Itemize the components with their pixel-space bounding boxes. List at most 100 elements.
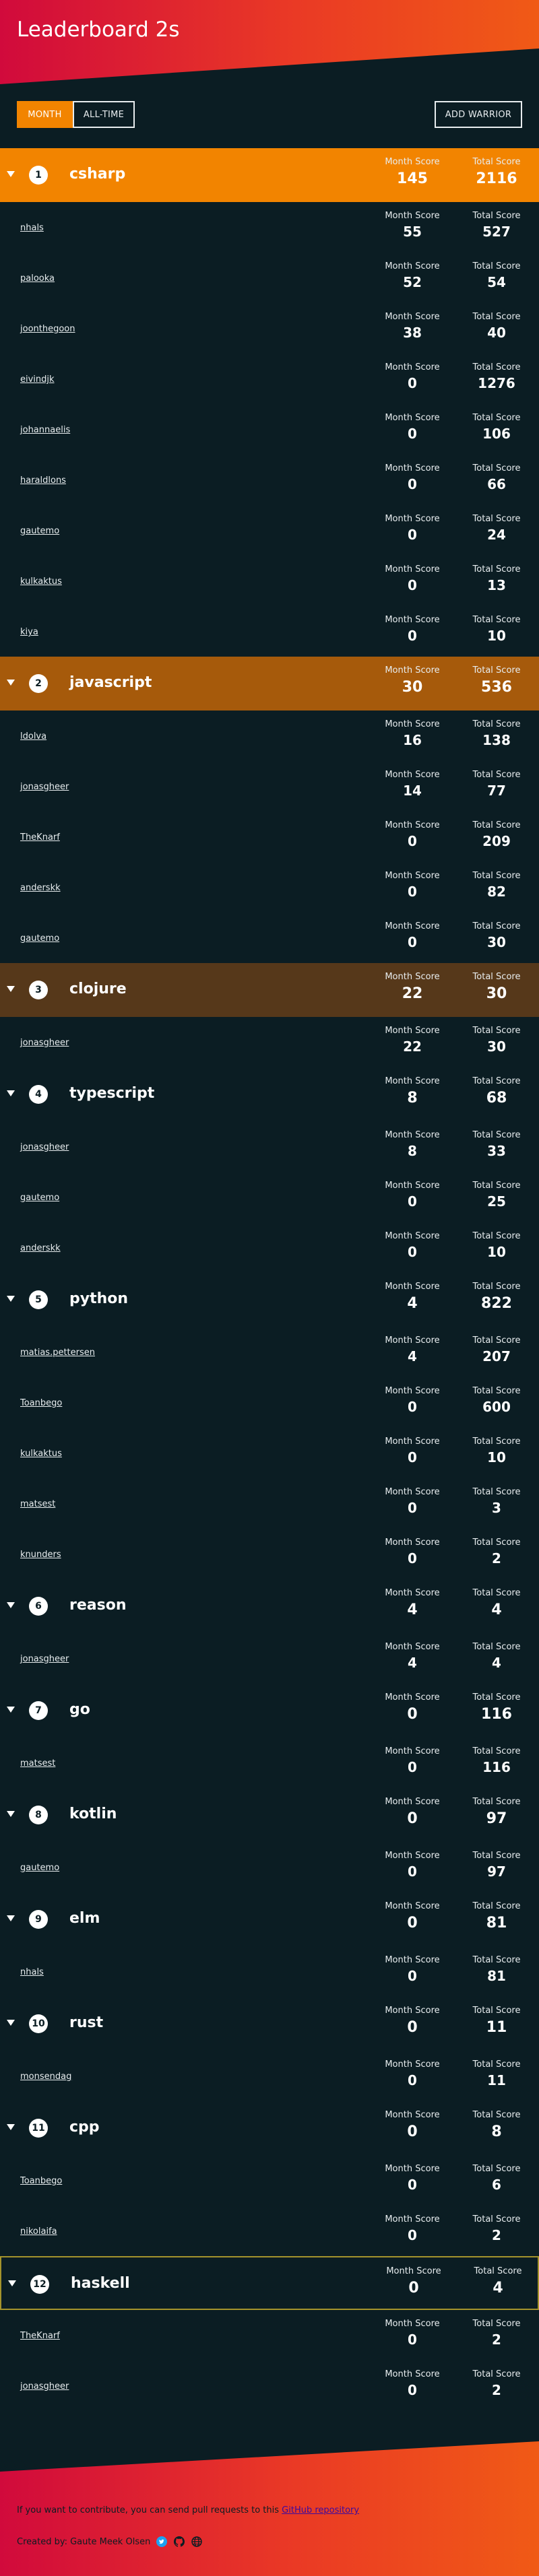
member-name-link[interactable]: TheKnarf [20,2331,60,2341]
month-button[interactable]: MONTH [17,101,73,128]
caret-down-icon[interactable] [7,2124,15,2130]
language-header[interactable]: 8 kotlin Month Score 0 Total Score 97 [0,1788,539,1842]
language-header[interactable]: 3 clojure Month Score 22 Total Score 30 [0,963,539,1017]
caret-down-icon[interactable] [7,1602,15,1608]
month-score-value: 4 [408,1348,417,1364]
caret-down-icon[interactable] [7,1090,15,1096]
member-row: kiya Month Score 0 Total Score 10 [0,606,539,657]
caret-down-icon[interactable] [7,986,15,992]
member-name-link[interactable]: jonasgheer [20,2381,69,2391]
member-name-link[interactable]: anderskk [20,1243,61,1253]
rank-badge: 9 [29,1910,48,1929]
month-score-value: 0 [408,884,417,900]
add-warrior-button[interactable]: ADD WARRIOR [435,101,522,128]
member-row: matias.pettersen Month Score 4 Total Score 2… [0,1327,539,1377]
member-name-link[interactable]: matsest [20,1758,55,1769]
caret-down-icon[interactable] [7,1915,15,1921]
member-name-link[interactable]: nhals [20,1967,44,1977]
member-name-link[interactable]: Toanbego [20,1398,62,1408]
month-score-value: 0 [408,2177,417,2193]
member-name-link[interactable]: eivindjk [20,374,55,385]
total-score-label: Total Score [472,463,521,473]
caret-down-icon[interactable] [7,1811,15,1817]
github-icon[interactable] [173,2536,185,2548]
language-header[interactable]: 6 reason Month Score 4 Total Score 4 [0,1579,539,1633]
language-header[interactable]: 7 go Month Score 0 Total Score 116 [0,1684,539,1738]
month-score-label: Month Score [385,413,440,423]
month-score-label: Month Score [385,1538,440,1548]
language-header[interactable]: 11 cpp Month Score 0 Total Score 8 [0,2101,539,2155]
month-score-value: 0 [408,934,417,950]
language-header[interactable]: 1 csharp Month Score 145 Total Score 2116 [0,148,539,202]
member-name-link[interactable]: matias.pettersen [20,1348,95,1358]
member-name-link[interactable]: anderskk [20,883,61,893]
language-header[interactable]: 9 elm Month Score 0 Total Score 81 [0,1892,539,1946]
caret-down-icon[interactable] [7,2020,15,2026]
member-name-link[interactable]: TheKnarf [20,832,60,843]
caret-down-icon[interactable] [7,1296,15,1302]
month-score-label: Month Score [385,1588,440,1598]
member-name-link[interactable]: jonasgheer [20,782,69,792]
member-name-link[interactable]: jonasgheer [20,1142,69,1152]
language-header[interactable]: 2 javascript Month Score 30 Total Score 536 [0,657,539,711]
total-score-label: Total Score [474,2266,522,2276]
total-score-value: 8 [491,2123,502,2140]
member-row: gautemo Month Score 0 Total Score 25 [0,1172,539,1222]
language-header[interactable]: 5 python Month Score 4 Total Score 822 [0,1273,539,1327]
member-month-score: Month Score 0 [375,820,449,849]
member-name-link[interactable]: joonthegoon [20,324,75,334]
total-score-value: 2 [492,2382,501,2398]
member-name-link[interactable]: monsendag [20,2072,71,2082]
total-score-label: Total Score [472,1335,521,1346]
member-name-link[interactable]: Toanbego [20,2176,62,2186]
member-name-link[interactable]: kulkaktus [20,1449,62,1459]
member-name-link[interactable]: nhals [20,223,44,233]
total-score: Total Score 11 [459,2006,534,2036]
member-name-link[interactable]: jonasgheer [20,1038,69,1048]
month-score-value: 0 [408,527,417,543]
language-header[interactable]: 12 haskell Month Score 0 Total Score 4 [0,2256,539,2310]
total-score-value: 24 [487,527,506,543]
member-name-link[interactable]: jonasgheer [20,1654,69,1664]
member-name-link[interactable]: nikolaifa [20,2226,57,2237]
member-name-link[interactable]: kulkaktus [20,576,62,587]
member-name-link[interactable]: haraldlons [20,475,66,486]
language-header[interactable]: 4 typescript Month Score 8 Total Score 68 [0,1067,539,1121]
member-name-link[interactable]: palooka [20,273,55,284]
month-score-label: Month Score [385,2006,440,2016]
caret-down-icon[interactable] [8,2280,16,2286]
member-row: Toanbego Month Score 0 Total Score 600 [0,1377,539,1428]
member-month-score: Month Score 0 [375,2059,449,2088]
globe-icon[interactable] [191,2536,203,2548]
caret-down-icon[interactable] [7,171,15,177]
member-row: palooka Month Score 52 Total Score 54 [0,253,539,303]
member-name-link[interactable]: knunders [20,1550,61,1560]
member-name-link[interactable]: gautemo [20,933,59,944]
member-row: gautemo Month Score 0 Total Score 30 [0,913,539,963]
github-repository-link[interactable]: GitHub repository [282,2505,359,2515]
caret-down-icon[interactable] [7,1707,15,1713]
member-name-link[interactable]: gautemo [20,1863,59,1873]
member-total-score: Total Score 24 [459,514,534,543]
member-row: ldolva Month Score 16 Total Score 138 [0,711,539,761]
member-name-link[interactable]: johannaelis [20,425,70,435]
member-row: matsest Month Score 0 Total Score 3 [0,1478,539,1529]
rank-badge: 8 [29,1806,48,1824]
caret-down-icon[interactable] [7,680,15,686]
month-score-value: 0 [407,1810,418,1827]
month-score-label: Month Score [385,514,440,524]
member-total-score: Total Score 106 [459,413,534,442]
language-section-reason: 6 reason Month Score 4 Total Score 4 jonasghee… [0,1579,539,1684]
member-name-link[interactable]: gautemo [20,1193,59,1203]
month-score-value: 0 [408,2382,417,2398]
member-name-link[interactable]: ldolva [20,731,46,741]
member-name-link[interactable]: gautemo [20,526,59,536]
member-total-score: Total Score 6 [459,2164,534,2193]
member-name-link[interactable]: kiya [20,627,38,637]
member-name-link[interactable]: matsest [20,1499,55,1509]
member-month-score: Month Score 0 [375,921,449,950]
all-time-button[interactable]: ALL-TIME [73,101,135,128]
twitter-icon[interactable] [156,2536,168,2548]
total-score-value: 97 [487,1863,506,1880]
language-header[interactable]: 10 rust Month Score 0 Total Score 11 [0,1997,539,2051]
